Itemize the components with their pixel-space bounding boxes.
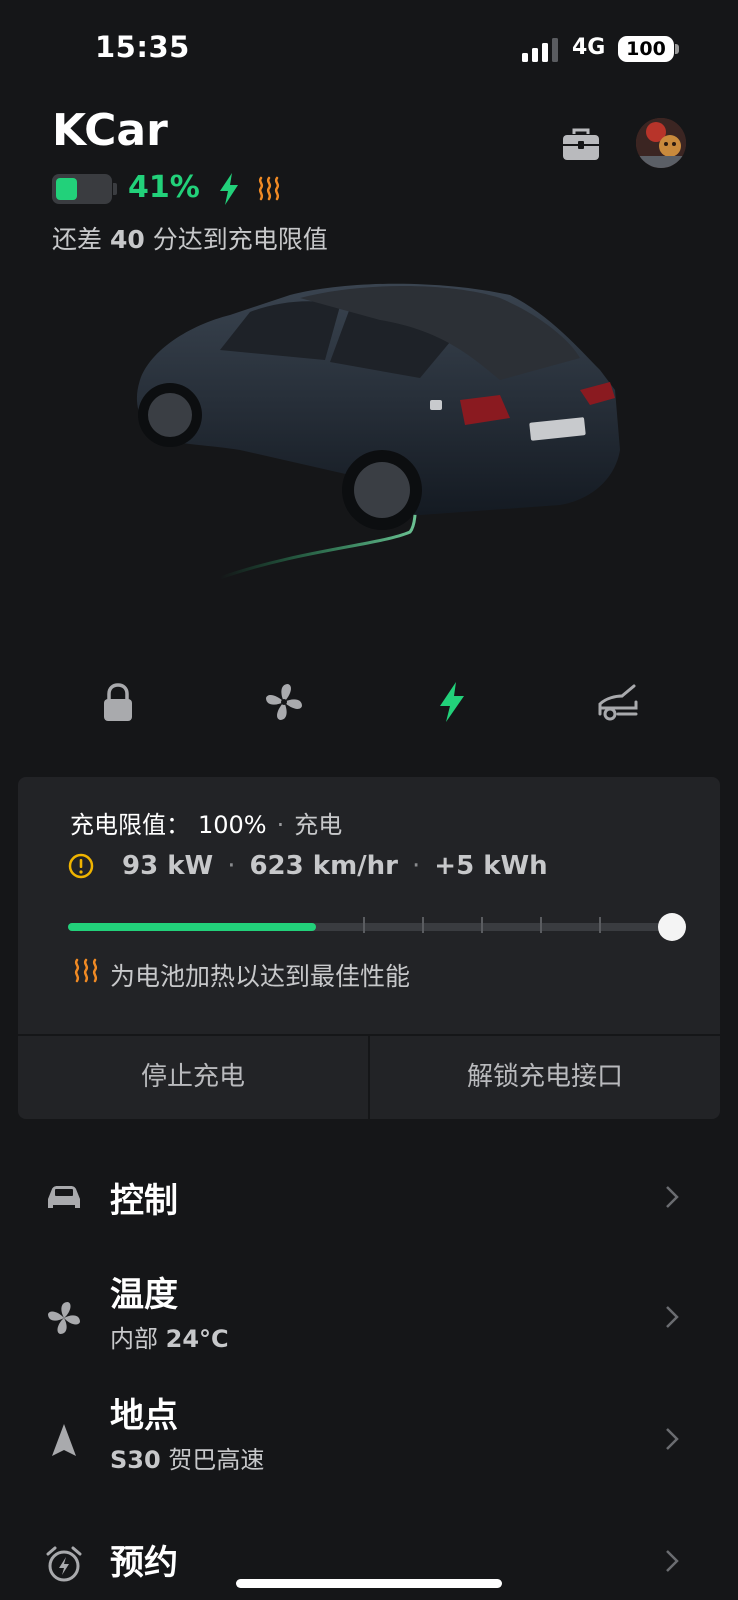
slider-tick <box>599 917 601 933</box>
climate-sub-label: 内部 <box>110 1325 166 1353</box>
toolbox-icon[interactable] <box>562 128 600 162</box>
eta-suffix: 分达到充电限值 <box>144 225 328 254</box>
user-avatar[interactable] <box>636 118 686 168</box>
phone-battery: 100 <box>618 36 674 62</box>
charge-limit-line[interactable]: 充电限值： 100% · 充电 <box>70 805 342 840</box>
fan-icon[interactable] <box>262 680 306 724</box>
energy-added: +5 kWh <box>434 851 548 881</box>
eta-minutes: 40 <box>109 225 145 254</box>
menu-title-controls: 控制 <box>110 1181 178 1221</box>
charging-card: 充电限值： 100% · 充电 93 kW · 623 km/hr · +5 kWh 为电池加… <box>18 777 720 1119</box>
chevron-right-icon <box>666 1186 679 1208</box>
menu-title-climate: 温度 <box>110 1275 178 1315</box>
trunk-icon[interactable] <box>596 680 640 724</box>
menu-sub-location: S30 贺巴高速 <box>110 1440 264 1475</box>
chevron-right-icon <box>666 1306 679 1328</box>
road-code: S30 <box>110 1446 161 1474</box>
charge-progress-fill <box>68 923 317 931</box>
car-battery-icon <box>52 174 112 204</box>
menu-sub-climate: 内部 24°C <box>110 1319 229 1354</box>
battery-heating-icon <box>258 176 280 201</box>
lock-icon[interactable] <box>96 680 140 724</box>
battery-heating-icon <box>74 958 98 983</box>
charging-power: 93 kW <box>122 851 214 881</box>
charge-limit-value: 100% <box>198 811 267 839</box>
slider-tick <box>422 917 424 933</box>
charging-stats: 93 kW · 623 km/hr · +5 kWh <box>122 851 548 881</box>
car-name[interactable]: KCar <box>52 105 168 156</box>
charge-state: 充电 <box>294 811 343 839</box>
heating-message: 为电池加热以达到最佳性能 <box>110 962 411 991</box>
eta-prefix: 还差 <box>52 225 110 254</box>
slider-tick <box>481 917 483 933</box>
network-type: 4G <box>572 35 606 60</box>
charge-limit-knob[interactable] <box>658 913 686 941</box>
stats-separator: · <box>412 851 421 881</box>
location-arrow-icon <box>52 1424 76 1456</box>
charging-bolt-icon <box>220 173 238 205</box>
vehicle-render[interactable] <box>120 270 640 600</box>
separator-dot: · <box>276 811 285 839</box>
car-battery-fill <box>56 178 77 200</box>
menu-title-location: 地点 <box>110 1396 178 1436</box>
charge-bolt-icon[interactable] <box>430 680 474 724</box>
chevron-right-icon <box>666 1550 679 1572</box>
interior-temperature: 24°C <box>165 1325 229 1353</box>
alarm-clock-icon <box>46 1546 82 1582</box>
avatar-image <box>636 118 686 168</box>
charging-rate: 623 km/hr <box>249 851 399 881</box>
state-of-charge: 41% <box>128 170 200 205</box>
car-icon <box>48 1186 80 1208</box>
info-icon[interactable] <box>68 853 94 879</box>
menu-title-schedule: 预约 <box>110 1543 178 1583</box>
unlock-charge-port-button[interactable]: 解锁充电接口 <box>370 1036 720 1119</box>
stop-charging-button[interactable]: 停止充电 <box>18 1036 368 1119</box>
slider-tick <box>363 917 365 933</box>
charge-eta: 还差 40 分达到充电限值 <box>52 220 328 256</box>
stats-separator: · <box>227 851 236 881</box>
status-time: 15:35 <box>95 30 190 64</box>
phone-battery-nub <box>675 44 679 54</box>
charge-limit-label: 充电限值： <box>70 811 190 839</box>
home-indicator[interactable] <box>236 1579 502 1588</box>
cellular-signal-icon <box>522 38 558 62</box>
chevron-right-icon <box>666 1428 679 1450</box>
charge-limit-slider[interactable] <box>68 917 673 933</box>
fan-icon <box>48 1302 80 1334</box>
slider-tick <box>540 917 542 933</box>
car-battery-nub <box>113 183 117 195</box>
road-name: 贺巴高速 <box>160 1446 265 1474</box>
